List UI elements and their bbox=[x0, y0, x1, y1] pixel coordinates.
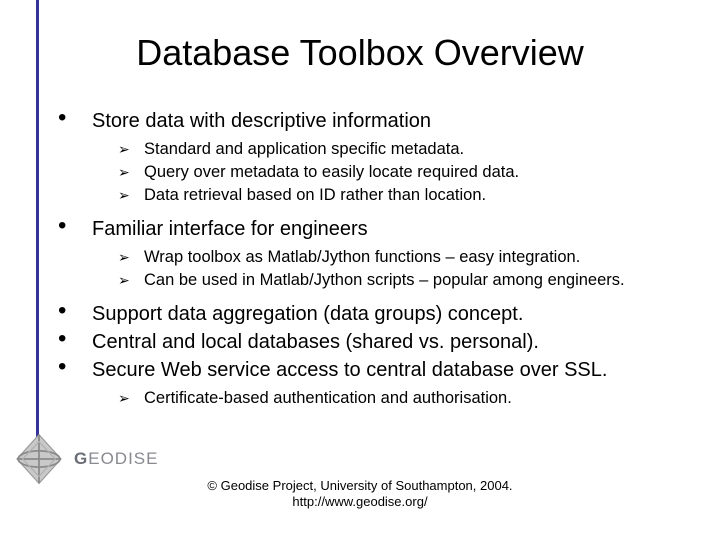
bullet-text: Central and local databases (shared vs. … bbox=[92, 329, 539, 355]
slide-body: • Store data with descriptive informatio… bbox=[58, 108, 698, 419]
arrow-icon: ➢ bbox=[118, 387, 144, 409]
bullet-dot-icon: • bbox=[58, 108, 92, 128]
sub-bullet-text: Data retrieval based on ID rather than l… bbox=[144, 184, 486, 206]
sub-bullet-item: ➢ Data retrieval based on ID rather than… bbox=[118, 184, 698, 206]
bullet-item: • Store data with descriptive informatio… bbox=[58, 108, 698, 134]
sub-bullet-text: Query over metadata to easily locate req… bbox=[144, 161, 519, 183]
sub-bullet-group: ➢ Wrap toolbox as Matlab/Jython function… bbox=[118, 246, 698, 291]
bullet-dot-icon: • bbox=[58, 216, 92, 236]
sub-bullet-group: ➢ Standard and application specific meta… bbox=[118, 138, 698, 206]
arrow-icon: ➢ bbox=[118, 184, 144, 206]
sub-bullet-text: Can be used in Matlab/Jython scripts – p… bbox=[144, 269, 625, 291]
bullet-item: • Familiar interface for engineers bbox=[58, 216, 698, 242]
sub-bullet-text: Standard and application specific metada… bbox=[144, 138, 464, 160]
bullet-text: Support data aggregation (data groups) c… bbox=[92, 301, 523, 327]
footer-url: http://www.geodise.org/ bbox=[0, 494, 720, 510]
arrow-icon: ➢ bbox=[118, 161, 144, 183]
bullet-dot-icon: • bbox=[58, 301, 92, 321]
bullet-text: Familiar interface for engineers bbox=[92, 216, 368, 242]
arrow-icon: ➢ bbox=[118, 138, 144, 160]
sub-bullet-item: ➢ Wrap toolbox as Matlab/Jython function… bbox=[118, 246, 698, 268]
brand-wordmark: GEODISE bbox=[74, 449, 158, 469]
slide-title: Database Toolbox Overview bbox=[0, 32, 720, 74]
footer-copyright: © Geodise Project, University of Southam… bbox=[0, 478, 720, 494]
bullet-text: Secure Web service access to central dat… bbox=[92, 357, 607, 383]
arrow-icon: ➢ bbox=[118, 269, 144, 291]
sub-bullet-text: Wrap toolbox as Matlab/Jython functions … bbox=[144, 246, 580, 268]
sub-bullet-item: ➢ Can be used in Matlab/Jython scripts –… bbox=[118, 269, 698, 291]
sub-bullet-group: ➢ Certificate-based authentication and a… bbox=[118, 387, 698, 409]
bullet-dot-icon: • bbox=[58, 357, 92, 377]
bullet-text: Store data with descriptive information bbox=[92, 108, 431, 134]
bullet-dot-icon: • bbox=[58, 329, 92, 349]
sub-bullet-item: ➢ Query over metadata to easily locate r… bbox=[118, 161, 698, 183]
sub-bullet-item: ➢ Certificate-based authentication and a… bbox=[118, 387, 698, 409]
bullet-item: • Support data aggregation (data groups)… bbox=[58, 301, 698, 327]
arrow-icon: ➢ bbox=[118, 246, 144, 268]
bullet-item: • Central and local databases (shared vs… bbox=[58, 329, 698, 355]
bullet-item: • Secure Web service access to central d… bbox=[58, 357, 698, 383]
sub-bullet-item: ➢ Standard and application specific meta… bbox=[118, 138, 698, 160]
sub-bullet-text: Certificate-based authentication and aut… bbox=[144, 387, 512, 409]
slide-footer: © Geodise Project, University of Southam… bbox=[0, 478, 720, 510]
